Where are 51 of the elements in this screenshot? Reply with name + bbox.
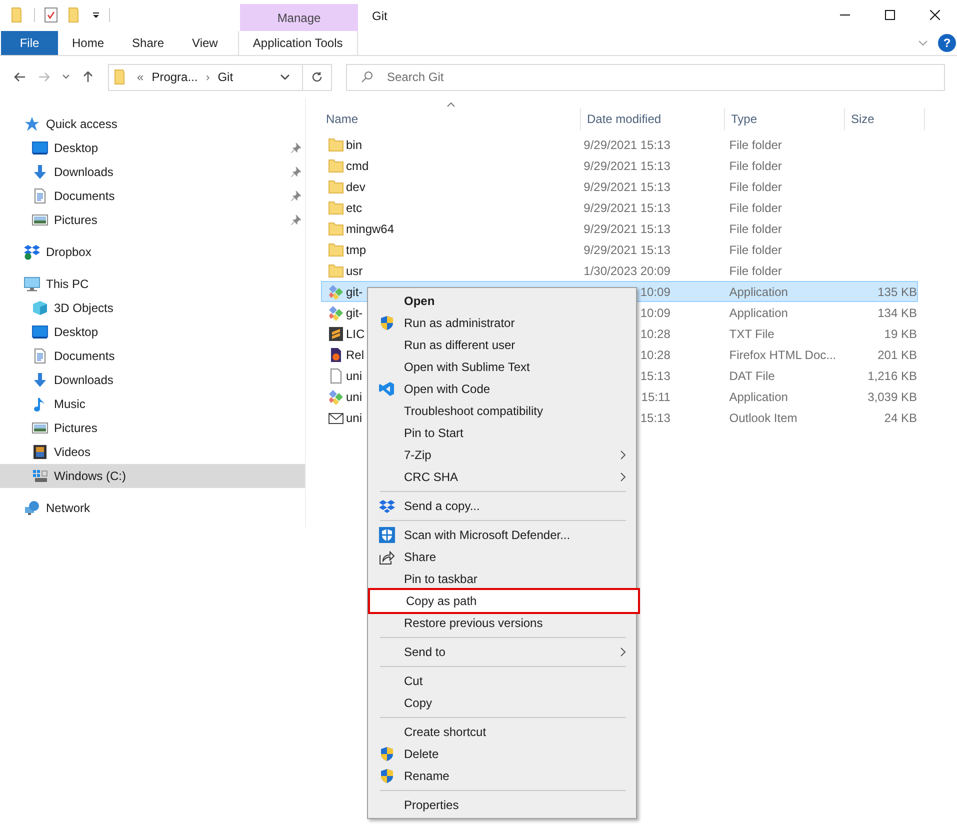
type-cell: File folder <box>729 264 782 278</box>
file-name: uni <box>346 410 362 424</box>
file-name: bin <box>346 138 362 152</box>
type-cell: Application <box>729 306 788 320</box>
type-cell: File folder <box>729 222 782 236</box>
type-cell: Firefox HTML Doc... <box>729 348 836 362</box>
date-cell-text: 9/29/2021 15:13 <box>582 222 670 236</box>
type-cell: File folder <box>729 158 782 172</box>
file-name: git- <box>346 306 363 320</box>
size-cell: 1,216 KB <box>868 368 917 382</box>
date-cell-text: 9/29/2021 15:13 <box>582 180 670 194</box>
size-cell: 135 KB <box>878 284 917 298</box>
file-name: uni <box>346 390 362 404</box>
type-cell: TXT File <box>729 326 774 340</box>
file-name: mingw64 <box>346 222 394 236</box>
date-cell-text: 15:13 <box>639 410 670 424</box>
date-cell-text: 10:28 <box>639 326 670 340</box>
file-name: LIC <box>346 326 365 340</box>
size-cell: 3,039 KB <box>868 390 917 404</box>
file-name: etc <box>346 200 362 214</box>
file-name: tmp <box>346 242 366 256</box>
type-cell: File folder <box>729 242 782 256</box>
type-cell: File folder <box>729 200 782 214</box>
type-cell: File folder <box>729 180 782 194</box>
size-cell: 19 KB <box>884 326 917 340</box>
size-cell: 201 KB <box>878 348 917 362</box>
date-cell-text: 15:11 <box>640 390 670 404</box>
type-cell: Application <box>729 284 788 298</box>
file-name: dev <box>346 180 366 194</box>
date-cell-text: 9/29/2021 15:13 <box>582 242 670 256</box>
type-cell: Outlook Item <box>729 410 798 424</box>
date-cell-text: 10:09 <box>639 306 670 320</box>
date-cell-text: 9/29/2021 15:13 <box>582 158 670 172</box>
date-cell-text: 10:09 <box>639 284 670 298</box>
file-name: Rel <box>346 348 364 362</box>
date-cell-text: 9/29/2021 15:13 <box>582 200 670 214</box>
date-cell-text: 9/29/2021 15:13 <box>582 138 670 152</box>
file-name: uni <box>346 368 362 382</box>
size-cell: 24 KB <box>884 410 917 424</box>
size-cell: 134 KB <box>878 306 917 320</box>
date-cell-text: 15:13 <box>639 368 670 382</box>
window-title: Git <box>372 9 388 23</box>
date-cell-text: 1/30/2023 20:09 <box>582 264 670 278</box>
file-name: git- <box>346 284 363 298</box>
file-name: usr <box>346 264 363 278</box>
context-tab-header: Manage <box>240 4 358 31</box>
file-name: cmd <box>346 158 369 172</box>
type-cell: Application <box>729 390 788 404</box>
type-cell: DAT File <box>729 368 775 382</box>
type-cell: File folder <box>729 138 782 152</box>
date-cell-text: 10:28 <box>639 348 670 362</box>
